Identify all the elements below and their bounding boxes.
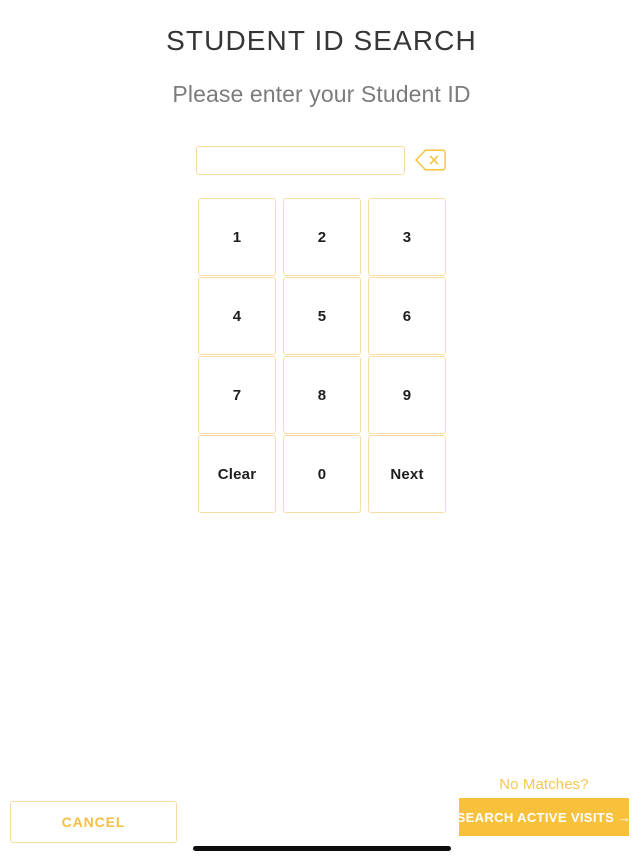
cancel-button[interactable]: CANCEL [10, 801, 177, 843]
key-7[interactable]: 7 [198, 356, 276, 434]
no-matches-label: No Matches? [499, 776, 589, 793]
key-next[interactable]: Next [368, 435, 446, 513]
backspace-button[interactable] [414, 149, 446, 172]
key-3[interactable]: 3 [368, 198, 446, 276]
key-clear[interactable]: Clear [198, 435, 276, 513]
key-4[interactable]: 4 [198, 277, 276, 355]
key-5[interactable]: 5 [283, 277, 361, 355]
home-indicator [192, 846, 451, 851]
key-8[interactable]: 8 [283, 356, 361, 434]
key-6[interactable]: 6 [368, 277, 446, 355]
key-2[interactable]: 2 [283, 198, 361, 276]
key-1[interactable]: 1 [198, 198, 276, 276]
numeric-keypad: 1 2 3 4 5 6 7 8 9 Clear 0 Next [198, 198, 446, 513]
backspace-delete-icon [414, 149, 446, 171]
page-title: STUDENT ID SEARCH [166, 25, 477, 56]
student-id-search-screen: STUDENT ID SEARCH Please enter your Stud… [0, 0, 643, 858]
key-9[interactable]: 9 [368, 356, 446, 434]
header: STUDENT ID SEARCH Please enter your Stud… [0, 0, 643, 108]
student-id-input[interactable] [196, 145, 405, 175]
key-0[interactable]: 0 [283, 435, 361, 513]
search-active-visits-button[interactable]: SEARCH ACTIVE VISITS → [457, 798, 631, 836]
student-id-entry-row [196, 145, 448, 175]
page-subtitle: Please enter your Student ID [172, 81, 471, 107]
